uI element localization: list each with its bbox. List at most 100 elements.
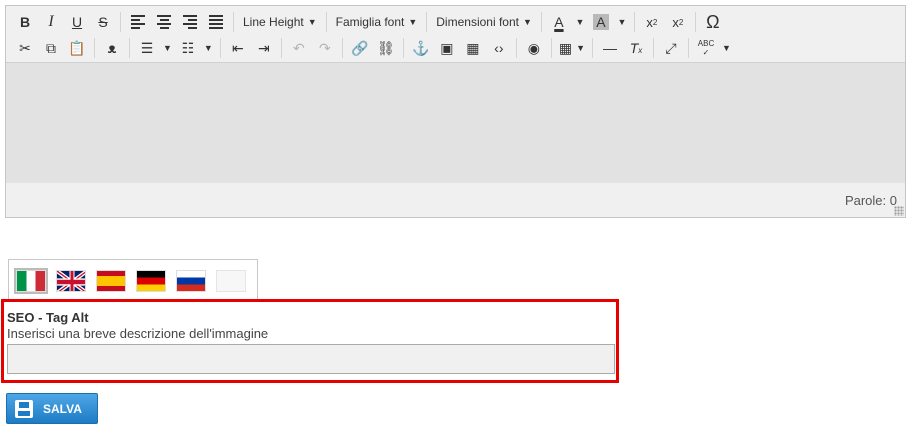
code-icon: ‹› [494,40,504,56]
video-icon: ▦ [466,39,480,56]
italic-button[interactable]: I [38,10,64,34]
align-justify-icon [209,15,223,29]
caret-down-icon: ▼ [575,17,585,27]
align-justify-button[interactable] [203,10,229,34]
find-replace-button[interactable]: ᴥ [99,36,125,60]
numbered-list-button[interactable]: ☷ [175,36,201,60]
cut-button[interactable]: ✂ [12,36,38,60]
table-button[interactable]: ▦ ▼ [556,36,588,60]
undo-button[interactable]: ↶ [286,36,312,60]
special-character-button[interactable]: Ω [700,10,726,34]
subscript-button[interactable]: x2 [639,10,665,34]
insert-anchor-button[interactable]: ⚓ [408,36,434,60]
preview-button[interactable]: ◉ [521,36,547,60]
flag-spain-tab[interactable] [96,269,126,292]
align-right-button[interactable] [177,10,203,34]
copy-button[interactable]: ⧉ [38,36,64,60]
paste-icon: 📋 [68,39,86,56]
omega-icon: Ω [706,11,720,32]
unlink-icon: ⛓ [376,39,395,56]
eye-icon: ◉ [527,39,540,56]
remove-link-button[interactable]: ⛓ [373,36,399,60]
align-center-button[interactable] [151,10,177,34]
floppy-disk-icon [15,399,33,418]
font-size-label: Dimensioni font [436,15,519,29]
clear-formatting-button[interactable]: Tx [623,36,649,60]
horizontal-line-icon: — [603,40,617,56]
anchor-icon: ⚓ [412,39,430,56]
resize-handle[interactable] [894,206,904,216]
caret-down-icon: ▼ [617,17,627,27]
text-color-button[interactable]: A [546,10,572,34]
editor-status-bar: Parole: 0 [6,183,905,217]
caret-down-icon: ▼ [722,43,731,53]
flag-empty-tab[interactable] [216,269,246,292]
numbered-list-icon: ☷ [181,39,195,56]
fullscreen-button[interactable]: ⤢ [658,36,684,60]
insert-image-button[interactable]: ▣ [434,36,460,60]
flag-germany-tab[interactable] [136,269,166,292]
outdent-button[interactable]: ⇤ [225,36,251,60]
background-color-button[interactable]: A [588,10,614,34]
toolbar-separator [120,12,121,32]
seo-alt-field-group: SEO - Tag Alt Inserisci una breve descri… [1,299,619,383]
caret-down-icon: ▼ [307,17,317,27]
spellcheck-dropdown[interactable]: ▼ [719,36,734,60]
toolbar-separator [94,38,95,58]
toolbar-separator [694,12,696,32]
seo-tag-alt-title: SEO - Tag Alt [7,310,89,325]
outdent-icon: ⇤ [231,39,244,56]
spellcheck-icon: ABC ✓ [697,39,715,57]
line-height-dropdown[interactable]: Line Height ▼ [238,10,322,34]
source-code-button[interactable]: ‹› [486,36,512,60]
toolbar-separator [129,38,130,58]
flag-russia-tab[interactable] [176,269,206,292]
table-icon: ▦ [558,39,573,56]
insert-link-button[interactable]: 🔗 [347,36,373,60]
underline-button[interactable]: U [64,10,90,34]
toolbar-separator [592,38,593,58]
strikethrough-button[interactable]: S [90,10,116,34]
font-family-dropdown[interactable]: Famiglia font ▼ [331,10,423,34]
binoculars-icon: ᴥ [107,40,117,56]
editor-content-area[interactable] [6,62,905,184]
link-icon: 🔗 [351,39,369,56]
undo-icon: ↶ [292,39,305,56]
caret-down-icon: ▼ [522,17,532,27]
save-button[interactable]: SALVA [6,393,98,424]
horizontal-line-button[interactable]: — [597,36,623,60]
bullet-list-dropdown[interactable]: ▼ [160,36,175,60]
numbered-list-dropdown[interactable]: ▼ [201,36,216,60]
seo-tag-alt-hint: Inserisci una breve descrizione dell'imm… [7,326,269,341]
flag-uk-tab[interactable] [56,269,86,292]
align-left-button[interactable] [125,10,151,34]
image-icon: ▣ [440,39,454,56]
seo-alt-input[interactable] [7,344,615,374]
flag-italy-tab[interactable] [14,267,48,294]
bold-button[interactable]: B [12,10,38,34]
rich-text-editor: B I U S Line Height ▼ Famiglia font ▼ Dime… [5,5,906,218]
text-color-dropdown[interactable]: ▼ [572,10,588,34]
spellcheck-label: ABC [697,39,715,48]
bullet-list-button[interactable]: ☰ [134,36,160,60]
word-count: Parole: 0 [844,193,897,208]
toolbar-separator [280,38,282,58]
toolbar-separator [233,12,234,32]
fullscreen-icon: ⤢ [665,39,677,56]
indent-button[interactable]: ⇥ [251,36,277,60]
uk-flag-icon [57,270,85,291]
paste-button[interactable]: 📋 [64,36,90,60]
redo-button[interactable]: ↷ [312,36,338,60]
font-size-dropdown[interactable]: Dimensioni font ▼ [431,10,537,34]
superscript-button[interactable]: x2 [665,10,691,34]
insert-media-button[interactable]: ▦ [460,36,486,60]
background-color-dropdown[interactable]: ▼ [614,10,630,34]
text-color-icon: A [554,14,564,30]
scissors-icon: ✂ [19,39,31,56]
toolbar-separator [402,38,404,58]
toolbar-separator [540,12,542,32]
toolbar-separator [426,12,428,32]
spellcheck-button[interactable]: ABC ✓ [693,36,719,60]
bullet-list-icon: ☰ [140,39,154,56]
indent-icon: ⇥ [257,39,270,56]
